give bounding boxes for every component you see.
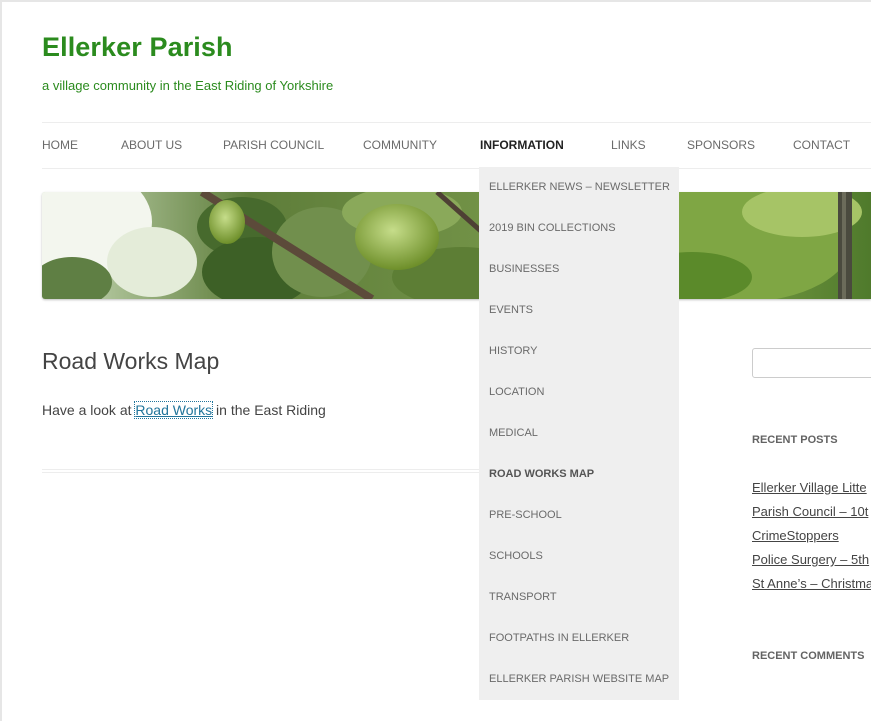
menu-item-bin-collections[interactable]: 2019 BIN COLLECTIONS: [489, 222, 616, 234]
recent-post-link[interactable]: CrimeStoppers: [752, 528, 839, 543]
menu-item-schools[interactable]: SCHOOLS: [489, 550, 543, 562]
post-body: Have a look at Road Works in the East Ri…: [42, 401, 326, 419]
post-separator: [42, 469, 479, 473]
menu-item-transport[interactable]: TRANSPORT: [489, 591, 557, 603]
menu-item-businesses[interactable]: BUSINESSES: [489, 263, 559, 275]
menu-item-medical[interactable]: MEDICAL: [489, 427, 538, 439]
road-works-link[interactable]: Road Works: [134, 401, 214, 419]
menu-item-pre-school[interactable]: PRE-SCHOOL: [489, 509, 562, 521]
nav-home[interactable]: HOME: [42, 138, 78, 152]
nav-community[interactable]: COMMUNITY: [363, 138, 437, 152]
menu-item-website-map[interactable]: ELLERKER PARISH WEBSITE MAP: [489, 673, 669, 685]
recent-post-link[interactable]: Police Surgery – 5th: [752, 552, 869, 567]
recent-comments-heading: RECENT COMMENTS: [752, 650, 865, 662]
recent-post-link[interactable]: Parish Council – 10t: [752, 504, 868, 519]
nav-information[interactable]: INFORMATION: [480, 138, 564, 152]
menu-item-ellerker-news[interactable]: ELLERKER NEWS – NEWSLETTER: [489, 181, 670, 193]
menu-item-history[interactable]: HISTORY: [489, 345, 538, 357]
site-description: a village community in the East Riding o…: [42, 78, 334, 93]
post-text-before: Have a look at: [42, 402, 136, 418]
nav-sponsors[interactable]: SPONSORS: [687, 138, 755, 152]
window-left-border: [0, 0, 2, 721]
nav-about-us[interactable]: ABOUT US: [121, 138, 182, 152]
nav-parish-council[interactable]: PARISH COUNCIL: [223, 138, 324, 152]
post-text-after: in the East Riding: [212, 402, 326, 418]
window-top-border: [0, 0, 871, 2]
leaves-photo: [42, 192, 871, 299]
header-banner-image: [42, 192, 871, 299]
menu-item-road-works-map[interactable]: ROAD WORKS MAP: [489, 468, 594, 480]
menu-item-footpaths[interactable]: FOOTPATHS IN ELLERKER: [489, 632, 629, 644]
nav-links[interactable]: LINKS: [611, 138, 646, 152]
search-input[interactable]: [752, 348, 871, 378]
nav-contact[interactable]: CONTACT: [793, 138, 850, 152]
menu-item-events[interactable]: EVENTS: [489, 304, 533, 316]
information-dropdown-menu: ELLERKER NEWS – NEWSLETTER 2019 BIN COLL…: [479, 167, 679, 700]
recent-post-link[interactable]: St Anne’s – Christma: [752, 576, 871, 591]
recent-post-link[interactable]: Ellerker Village Litte: [752, 480, 867, 495]
recent-posts-heading: RECENT POSTS: [752, 434, 838, 446]
menu-item-location[interactable]: LOCATION: [489, 386, 544, 398]
site-title[interactable]: Ellerker Parish: [42, 32, 233, 63]
post-title: Road Works Map: [42, 348, 220, 374]
main-navigation: HOME ABOUT US PARISH COUNCIL COMMUNITY I…: [42, 122, 871, 169]
